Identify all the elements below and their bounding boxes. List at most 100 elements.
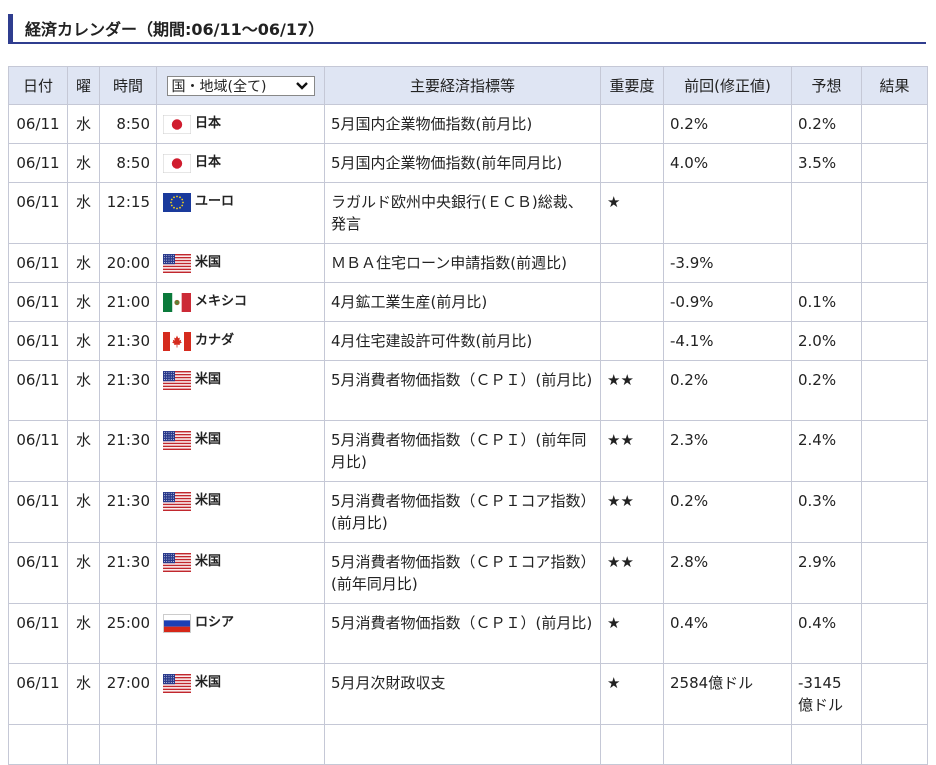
header-country: 国・地域(全て) [156, 66, 325, 105]
row-importance [600, 143, 664, 183]
row-country: 米国 [156, 360, 325, 421]
row-day: 水 [67, 243, 100, 283]
row-indicator: 5月消費者物価指数（ＣＰＩ）(前月比) [324, 603, 601, 664]
row-forecast: 0.4% [791, 603, 862, 664]
row-previous: 2.3% [663, 420, 792, 482]
row-importance [600, 282, 664, 322]
table-row: 06/11 水 21:30 カナダ 4月住宅建設許可件数(前月比) -4.1% 2.0% [8, 321, 928, 361]
row-country: 日本 [156, 143, 325, 183]
table-row: 06/11 水 25:00 ロシア 5月消費者物価指数（ＣＰＩ）(前月比) ★ 0.4% 0.… [8, 603, 928, 664]
row-indicator: 4月鉱工業生産(前月比) [324, 282, 601, 322]
jp-flag-icon [163, 154, 191, 173]
row-country: 米国 [156, 243, 325, 283]
row-result [861, 321, 928, 361]
row-day: 水 [67, 481, 100, 543]
row-country: ユーロ [156, 182, 325, 244]
page-title: 経済カレンダー（期間:06/11〜06/17） [25, 20, 325, 39]
row-result [861, 360, 928, 421]
us-flag-icon [163, 553, 191, 572]
row-indicator: ラガルド欧州中央銀行(ＥＣＢ)総裁、発言 [324, 182, 601, 244]
header-date: 日付 [8, 66, 68, 105]
row-indicator: 5月国内企業物価指数(前年同月比) [324, 143, 601, 183]
empty-cell [324, 724, 601, 765]
row-country: 米国 [156, 481, 325, 543]
row-indicator: 5月消費者物価指数（ＣＰＩコア指数）(前年同月比) [324, 542, 601, 604]
economic-calendar-table: 日付 曜 時間 国・地域(全て) 主要経済指標等 重要度 前回(修正値) 予想 … [8, 66, 928, 765]
header-day: 曜 [67, 66, 100, 105]
country-name: 米国 [195, 493, 222, 508]
us-flag-icon [163, 492, 191, 511]
country-name: 日本 [195, 116, 222, 131]
eu-flag-icon [163, 193, 191, 212]
country-filter-select[interactable]: 国・地域(全て) [166, 76, 315, 96]
header-importance: 重要度 [600, 66, 664, 105]
row-date: 06/11 [8, 182, 68, 244]
row-forecast [791, 182, 862, 244]
table-row: 06/11 水 8:50 日本 5月国内企業物価指数(前年同月比) 4.0% 3.5% [8, 143, 928, 183]
us-flag-icon [163, 254, 191, 273]
row-time: 8:50 [99, 104, 157, 144]
country-name: 米国 [195, 372, 222, 387]
header-indicator: 主要経済指標等 [324, 66, 601, 105]
row-date: 06/11 [8, 104, 68, 144]
row-time: 21:30 [99, 420, 157, 482]
row-result [861, 104, 928, 144]
row-time: 21:30 [99, 481, 157, 543]
row-day: 水 [67, 360, 100, 421]
country-cell: メキシコ [163, 291, 318, 313]
row-importance: ★ [600, 663, 664, 725]
row-importance: ★★ [600, 542, 664, 604]
table-body: 06/11 水 8:50 日本 5月国内企業物価指数(前月比) 0.2% 0.2% 06/11… [8, 104, 928, 765]
economic-calendar-page: 経済カレンダー（期間:06/11〜06/17） 日付 曜 時間 国・地域(全て) [0, 0, 936, 765]
country-cell: 米国 [163, 672, 318, 694]
us-flag-icon [163, 674, 191, 693]
country-name: ロシア [195, 615, 235, 630]
row-day: 水 [67, 663, 100, 725]
row-day: 水 [67, 603, 100, 664]
table-row: 06/11 水 21:30 米国 5月消費者物価指数（ＣＰＩコア指数）(前年同月比) ★★… [8, 542, 928, 604]
row-previous: 2584億ドル [663, 663, 792, 725]
row-forecast: 3.5% [791, 143, 862, 183]
row-forecast: 2.0% [791, 321, 862, 361]
table-row: 06/11 水 8:50 日本 5月国内企業物価指数(前月比) 0.2% 0.2% [8, 104, 928, 144]
row-result [861, 663, 928, 725]
country-cell: 米国 [163, 369, 318, 391]
row-previous: -4.1% [663, 321, 792, 361]
row-day: 水 [67, 182, 100, 244]
row-previous: -0.9% [663, 282, 792, 322]
jp-flag-icon [163, 115, 191, 134]
row-country: 米国 [156, 663, 325, 725]
row-result [861, 243, 928, 283]
table-row: 06/11 水 21:00 メキシコ 4月鉱工業生産(前月比) -0.9% 0.1% [8, 282, 928, 322]
country-cell: 米国 [163, 429, 318, 451]
country-name: 日本 [195, 155, 222, 170]
row-previous: 4.0% [663, 143, 792, 183]
table-row: 06/11 水 27:00 米国 5月月次財政収支 ★ 2584億ドル -3145億ドル [8, 663, 928, 725]
row-time: 21:30 [99, 360, 157, 421]
row-forecast: 2.4% [791, 420, 862, 482]
country-cell: ユーロ [163, 191, 318, 213]
row-country: 米国 [156, 542, 325, 604]
row-forecast: 0.2% [791, 104, 862, 144]
row-importance: ★★ [600, 481, 664, 543]
row-date: 06/11 [8, 603, 68, 664]
row-result [861, 603, 928, 664]
row-forecast: 0.1% [791, 282, 862, 322]
row-country: カナダ [156, 321, 325, 361]
row-result [861, 143, 928, 183]
row-date: 06/11 [8, 321, 68, 361]
row-day: 水 [67, 420, 100, 482]
row-indicator: 5月国内企業物価指数(前月比) [324, 104, 601, 144]
country-name: 米国 [195, 432, 222, 447]
table-row: 06/11 水 12:15 ユーロ ラガルド欧州中央銀行(ＥＣＢ)総裁、発言 ★ [8, 182, 928, 244]
empty-cell [791, 724, 862, 765]
table-header-row: 日付 曜 時間 国・地域(全て) 主要経済指標等 重要度 前回(修正値) 予想 … [8, 66, 928, 105]
row-day: 水 [67, 282, 100, 322]
row-result [861, 542, 928, 604]
row-previous [663, 182, 792, 244]
us-flag-icon [163, 371, 191, 390]
country-cell: 米国 [163, 490, 318, 512]
country-cell: 日本 [163, 113, 318, 135]
row-time: 21:00 [99, 282, 157, 322]
row-forecast: 2.9% [791, 542, 862, 604]
